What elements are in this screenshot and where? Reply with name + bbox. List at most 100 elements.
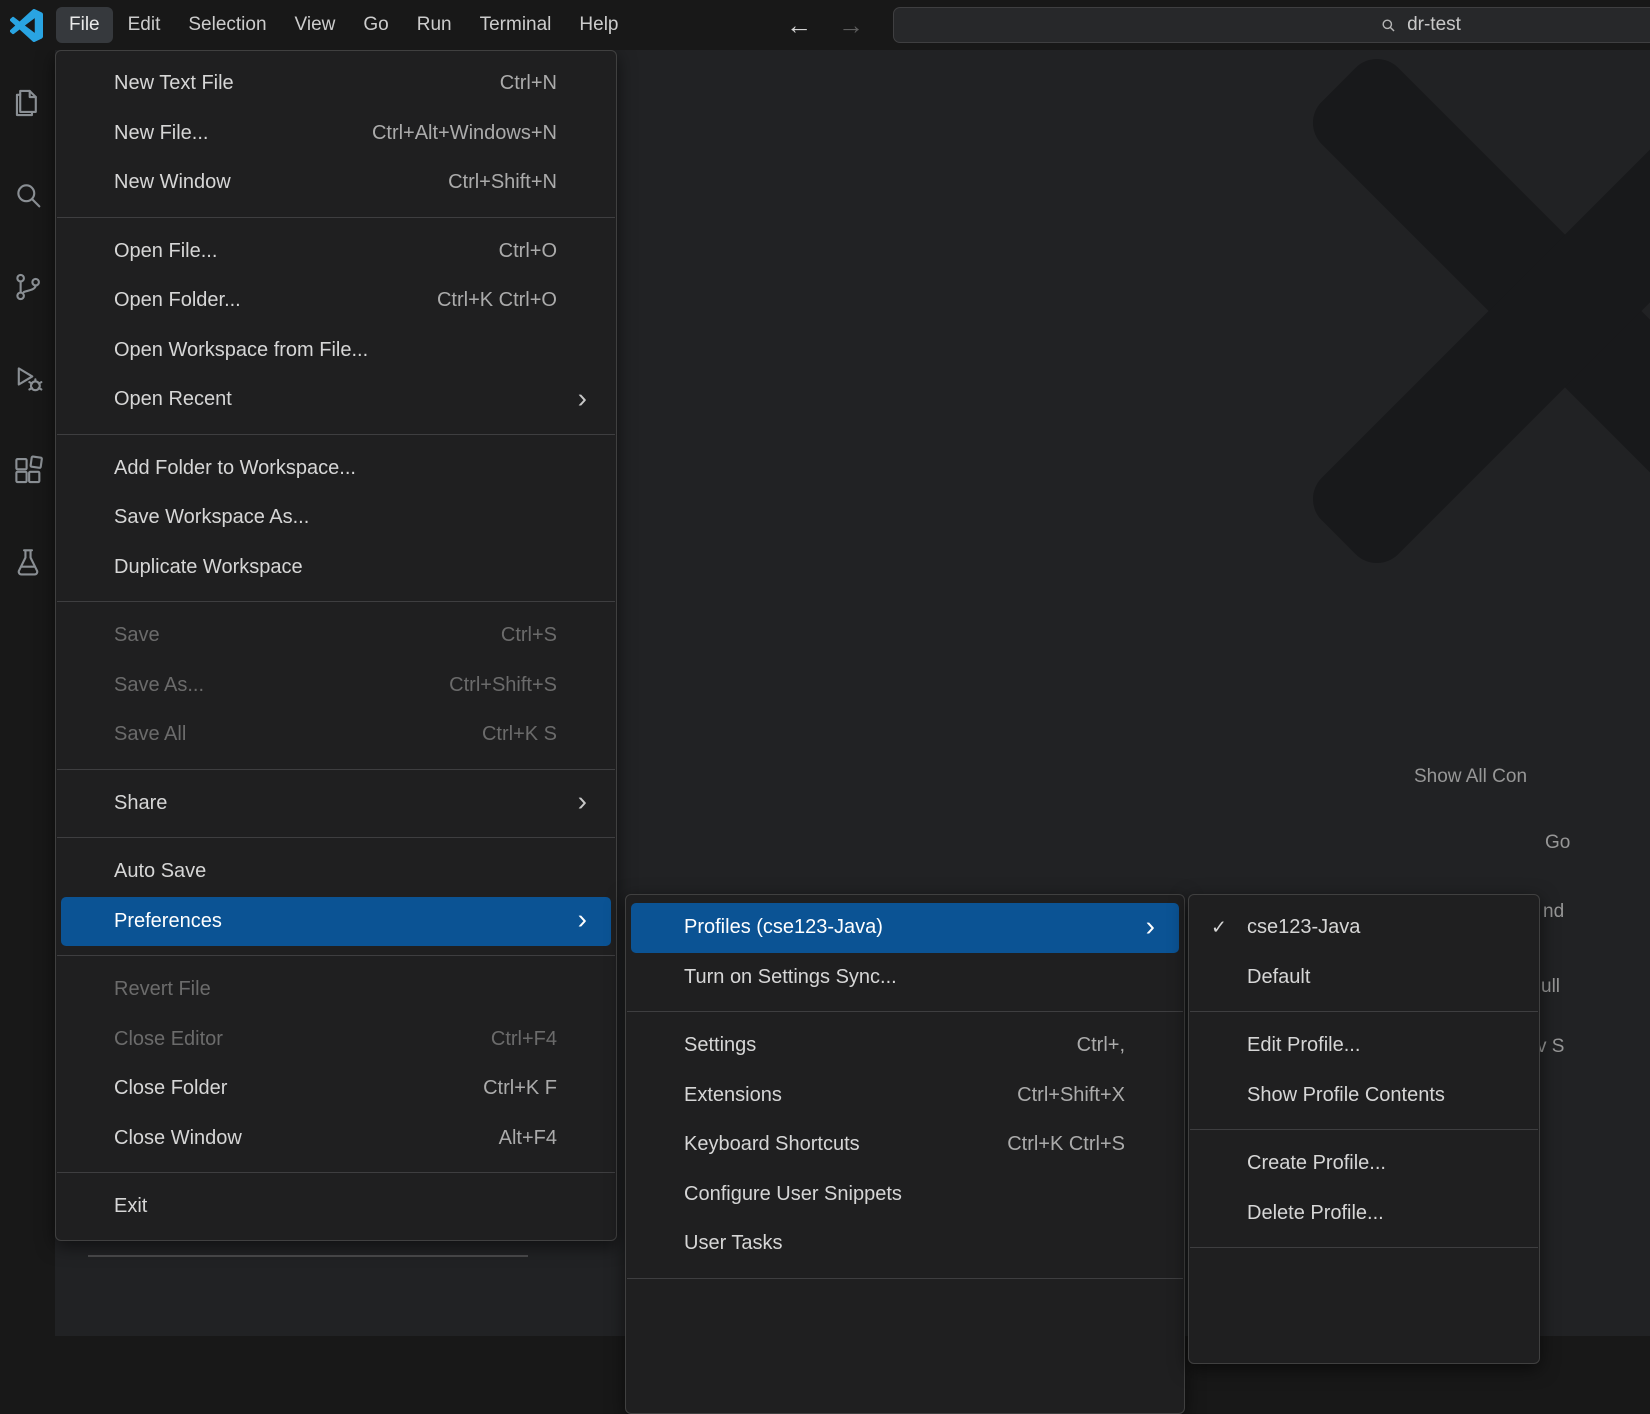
- menu-item-save: SaveCtrl+S: [61, 611, 611, 661]
- search-icon[interactable]: [11, 178, 45, 212]
- chevron-right-icon: ›: [578, 788, 587, 816]
- menu-item-user-tasks[interactable]: User Tasks: [631, 1219, 1179, 1269]
- menu-item-label: Auto Save: [114, 860, 206, 883]
- menu-separator: [57, 217, 615, 218]
- menu-item-close-folder[interactable]: Close Folder Ctrl+K F: [61, 1064, 611, 1114]
- menu-item-shortcut: Ctrl+,: [1077, 1034, 1125, 1057]
- menu-item-open-file[interactable]: Open File...Ctrl+O: [61, 227, 611, 277]
- menubar-item-run[interactable]: Run: [404, 7, 465, 43]
- activity-bar: [0, 50, 55, 1336]
- menu-item-label: Settings: [684, 1034, 756, 1057]
- menu-item-label: Save Workspace As...: [114, 506, 309, 529]
- panel-edge-fragment: [88, 1255, 528, 1257]
- menu-item-duplicate-workspace[interactable]: Duplicate Workspace: [61, 543, 611, 593]
- menu-item-profiles-cse123-java[interactable]: Profiles (cse123-Java)›: [631, 903, 1179, 953]
- menu-item-auto-save[interactable]: Auto Save: [61, 847, 611, 897]
- menubar-item-go[interactable]: Go: [350, 7, 401, 43]
- menubar-item-file[interactable]: File: [56, 7, 113, 43]
- watermark-fragment: ull: [1541, 976, 1560, 998]
- menu-item-shortcut: Ctrl+F4: [491, 1028, 557, 1051]
- run-debug-icon[interactable]: [11, 362, 45, 396]
- menu-separator: [57, 434, 615, 435]
- menu-separator: [57, 769, 615, 770]
- menu-item-cse123-java[interactable]: ✓ cse123-Java: [1194, 903, 1534, 953]
- menu-item-label: Show Profile Contents: [1247, 1084, 1445, 1107]
- menu-item-label: Create Profile...: [1247, 1152, 1386, 1175]
- menu-separator: [57, 601, 615, 602]
- menu-item-label: Keyboard Shortcuts: [684, 1133, 860, 1156]
- menu-item-settings[interactable]: Settings Ctrl+,: [631, 1021, 1179, 1071]
- menu-item-close-window[interactable]: Close WindowAlt+F4: [61, 1114, 611, 1164]
- menu-item-create-profile[interactable]: Create Profile...: [1194, 1139, 1534, 1189]
- menu-item-shortcut: Ctrl+K F: [483, 1077, 557, 1100]
- menu-item-label: Close Editor: [114, 1028, 223, 1051]
- menu-item-preferences[interactable]: Preferences›: [61, 897, 611, 947]
- menu-item-shortcut: Ctrl+K Ctrl+S: [1007, 1133, 1125, 1156]
- menu-item-save-as: Save As...Ctrl+Shift+S: [61, 661, 611, 711]
- menubar-item-selection[interactable]: Selection: [175, 7, 279, 43]
- chevron-right-icon: ›: [578, 906, 587, 934]
- menu-separator: [57, 837, 615, 838]
- menu-item-label: cse123-Java: [1247, 916, 1360, 939]
- menu-item-label: Close Folder: [114, 1077, 227, 1100]
- menu-item-extensions[interactable]: ExtensionsCtrl+Shift+X: [631, 1071, 1179, 1121]
- menu-item-keyboard-shortcuts[interactable]: Keyboard Shortcuts Ctrl+K Ctrl+S: [631, 1120, 1179, 1170]
- menu-item-label: Edit Profile...: [1247, 1034, 1360, 1057]
- menu-item-label: Duplicate Workspace: [114, 556, 303, 579]
- menu-item-add-folder-to-workspace[interactable]: Add Folder to Workspace...: [61, 444, 611, 494]
- explorer-icon[interactable]: [11, 86, 45, 120]
- menu-separator: [1190, 1011, 1538, 1012]
- menubar-item-view[interactable]: View: [282, 7, 349, 43]
- menu-item-label: New Window: [114, 171, 231, 194]
- menu-item-shortcut: Ctrl+K Ctrl+O: [437, 289, 557, 312]
- menu-item-label: Close Window: [114, 1127, 242, 1150]
- menu-item-turn-on-settings-sync[interactable]: Turn on Settings Sync...: [631, 953, 1179, 1003]
- menu-item-new-text-file[interactable]: New Text FileCtrl+N: [61, 59, 611, 109]
- forward-button: →: [838, 10, 864, 41]
- menu-item-label: New File...: [114, 122, 208, 145]
- menu-item-configure-user-snippets[interactable]: Configure User Snippets: [631, 1170, 1179, 1220]
- menu-item-default[interactable]: Default: [1194, 953, 1534, 1003]
- menubar-item-terminal[interactable]: Terminal: [467, 7, 565, 43]
- menu-item-label: Default: [1247, 966, 1310, 989]
- checkmark-icon: ✓: [1211, 916, 1227, 939]
- preferences-submenu: Profiles (cse123-Java)› Turn on Settings …: [625, 894, 1185, 1414]
- watermark-fragment: Go: [1545, 832, 1570, 854]
- menu-item-share[interactable]: Share›: [61, 779, 611, 829]
- vscode-logo-icon: [10, 9, 43, 42]
- menubar-item-edit[interactable]: Edit: [115, 7, 174, 43]
- profiles-submenu: ✓ cse123-Java Default Edit Profile... Show P…: [1188, 894, 1540, 1364]
- menu-item-new-file[interactable]: New File... Ctrl+Alt+Windows+N: [61, 109, 611, 159]
- menu-item-exit[interactable]: Exit: [61, 1182, 611, 1232]
- menu-item-revert-file: Revert File: [61, 965, 611, 1015]
- extensions-icon[interactable]: [11, 454, 45, 488]
- menu-item-label: Open Folder...: [114, 289, 241, 312]
- menu-separator: [57, 955, 615, 956]
- menu-item-shortcut: Ctrl+N: [500, 72, 557, 95]
- menu-item-shortcut: Ctrl+Alt+Windows+N: [372, 122, 557, 145]
- menubar-item-help[interactable]: Help: [566, 7, 631, 43]
- menu-item-open-workspace-from-file[interactable]: Open Workspace from File...: [61, 326, 611, 376]
- watermark-fragment: nd: [1543, 901, 1564, 923]
- menu-item-delete-profile[interactable]: Delete Profile...: [1194, 1189, 1534, 1239]
- menu-item-label: Save As...: [114, 674, 204, 697]
- command-center-search[interactable]: dr-test: [893, 7, 1650, 43]
- chevron-right-icon: ›: [578, 384, 587, 412]
- menu-item-open-recent[interactable]: Open Recent›: [61, 375, 611, 425]
- source-control-icon[interactable]: [11, 270, 45, 304]
- menu-item-new-window[interactable]: New WindowCtrl+Shift+N: [61, 158, 611, 208]
- nav-arrows: ← →: [786, 0, 864, 50]
- menu-separator: [627, 1011, 1183, 1012]
- menu-item-show-profile-contents[interactable]: Show Profile Contents: [1194, 1071, 1534, 1121]
- menu-item-save-workspace-as[interactable]: Save Workspace As...: [61, 493, 611, 543]
- watermark-fragment: Show All Con: [1414, 766, 1527, 788]
- command-center-value: dr-test: [1407, 14, 1461, 36]
- testing-icon[interactable]: [11, 546, 45, 580]
- watermark-fragment: v S: [1537, 1036, 1564, 1058]
- menu-item-save-all: Save AllCtrl+K S: [61, 710, 611, 760]
- menu-item-open-folder[interactable]: Open Folder... Ctrl+K Ctrl+O: [61, 276, 611, 326]
- menu-item-label: Save: [114, 624, 160, 647]
- menu-item-edit-profile[interactable]: Edit Profile...: [1194, 1021, 1534, 1071]
- back-button[interactable]: ←: [786, 10, 812, 41]
- menu-item-label: Turn on Settings Sync...: [684, 966, 897, 989]
